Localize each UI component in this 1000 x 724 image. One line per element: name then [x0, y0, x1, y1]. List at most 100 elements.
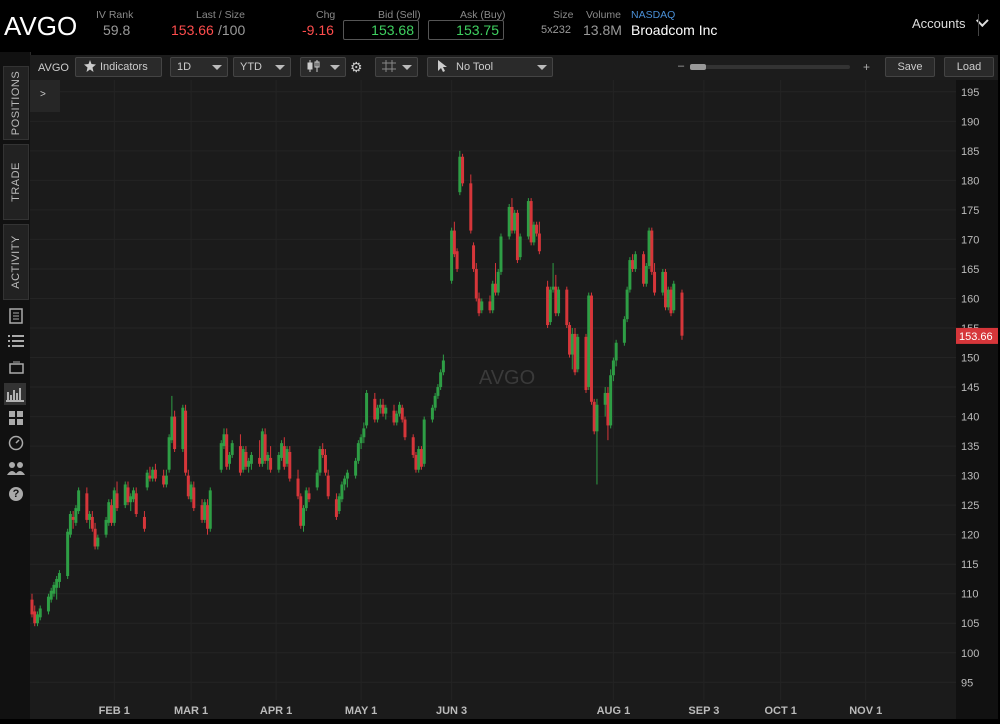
candle — [184, 404, 188, 476]
gauge-icon[interactable] — [7, 434, 25, 452]
y-tick-label: 105 — [961, 618, 979, 630]
tab-trade[interactable]: TRADE — [3, 144, 29, 220]
x-tick-label: OCT 1 — [765, 705, 797, 717]
tool-select[interactable]: No Tool — [427, 57, 553, 77]
bid-button[interactable]: 153.68 — [343, 20, 419, 40]
candle — [104, 516, 108, 538]
iv-rank-value: 59.8 — [103, 22, 131, 38]
candle-body — [170, 416, 174, 441]
quote-size-value: 5x232 — [541, 24, 571, 36]
candle-body — [129, 496, 133, 503]
help-icon[interactable]: ? — [7, 485, 25, 503]
save-button[interactable]: Save — [885, 57, 935, 77]
x-tick-label: AUG 1 — [597, 705, 631, 717]
document-icon[interactable] — [7, 307, 25, 325]
candle — [189, 481, 193, 503]
chart-style-select[interactable] — [300, 57, 346, 77]
candle-body — [238, 446, 242, 473]
candle — [173, 410, 177, 452]
drawing-grid-select[interactable] — [375, 57, 418, 77]
candle-body — [493, 283, 497, 293]
accounts-label: Accounts — [912, 16, 966, 31]
chart-settings-gear-icon[interactable]: ⚙ — [350, 59, 363, 76]
candle-body — [38, 608, 42, 618]
indicators-button[interactable]: Indicators — [75, 57, 162, 77]
candle — [469, 174, 473, 234]
candle-body — [611, 360, 615, 376]
candle — [546, 280, 550, 328]
company-name: Broadcom Inc — [631, 22, 718, 38]
chart-svg[interactable]: AVGO 95 100 105 110 115 120 125 130 135 140 145 150… — [30, 80, 998, 719]
candle-body — [186, 475, 190, 497]
y-tick-label: 180 — [961, 175, 979, 187]
zoom-slider-handle[interactable] — [690, 64, 706, 70]
ask-button[interactable]: 153.75 — [428, 20, 504, 40]
y-tick-label: 135 — [961, 441, 979, 453]
grid-icon[interactable] — [7, 409, 25, 427]
expand-panel-button[interactable]: > — [30, 80, 60, 112]
candle — [584, 333, 588, 393]
load-button[interactable]: Load — [944, 57, 994, 77]
candle — [299, 493, 303, 529]
chevron-down-icon — [275, 65, 285, 70]
candle-body — [441, 360, 445, 373]
price-chart[interactable]: AVGO 95 100 105 110 115 120 125 130 135 140 145 150… — [30, 80, 998, 719]
candle — [526, 198, 530, 240]
toolbar-symbol: AVGO — [38, 62, 69, 74]
candle — [548, 286, 552, 326]
candle-body — [112, 490, 116, 523]
tab-activity[interactable]: ACTIVITY — [3, 224, 29, 300]
candle-body — [570, 333, 574, 355]
accounts-dropdown[interactable]: Accounts — [912, 14, 989, 31]
candle — [672, 280, 676, 314]
last-size-label: Last / Size — [196, 9, 246, 21]
interval-select[interactable]: 1D — [170, 57, 228, 77]
quote-size-label: Size — [553, 9, 574, 21]
window-icon[interactable] — [7, 358, 25, 376]
candle-body — [644, 266, 648, 284]
candle-body — [315, 472, 319, 488]
candle-body — [96, 537, 100, 547]
candle-body — [134, 493, 138, 514]
candle-body — [546, 286, 550, 326]
candle-body — [345, 472, 349, 479]
tab-positions-label: POSITIONS — [10, 70, 22, 136]
candle-body — [666, 289, 670, 308]
accounts-divider — [978, 14, 979, 36]
candle-body — [499, 236, 503, 272]
candle-body — [491, 283, 495, 311]
candle — [576, 333, 580, 373]
candle-body — [30, 599, 34, 615]
candle-body — [225, 434, 229, 467]
candle-body — [565, 289, 569, 326]
symbol-title[interactable]: AVGO — [4, 11, 77, 42]
range-select[interactable]: YTD — [233, 57, 291, 77]
candle-body — [472, 245, 476, 269]
x-tick-label: NOV 1 — [849, 705, 882, 717]
candle-body — [554, 286, 558, 314]
chart-icon[interactable] — [4, 383, 26, 405]
zoom-in-button[interactable]: + — [863, 60, 870, 74]
tab-positions[interactable]: POSITIONS — [3, 66, 29, 140]
candle — [356, 440, 360, 464]
candle-body — [131, 490, 135, 500]
candle-body — [595, 404, 599, 432]
exchange-link[interactable]: NASDAQ — [631, 9, 675, 21]
candle — [461, 153, 465, 187]
y-tick-label: 185 — [961, 146, 979, 158]
list-icon[interactable] — [7, 332, 25, 350]
candle-body — [397, 404, 401, 414]
candle — [340, 481, 344, 503]
y-tick-label: 100 — [961, 648, 979, 660]
zoom-slider[interactable] — [690, 64, 850, 70]
candle-body — [77, 490, 81, 512]
candle — [145, 469, 149, 491]
candle-body — [606, 392, 610, 426]
candle — [66, 528, 70, 579]
zoom-out-button[interactable]: – — [678, 60, 684, 72]
candle-body — [189, 484, 193, 500]
chevron-down-icon — [402, 65, 412, 70]
candle — [68, 511, 72, 538]
users-icon[interactable] — [7, 459, 25, 477]
tool-value: No Tool — [456, 61, 494, 73]
